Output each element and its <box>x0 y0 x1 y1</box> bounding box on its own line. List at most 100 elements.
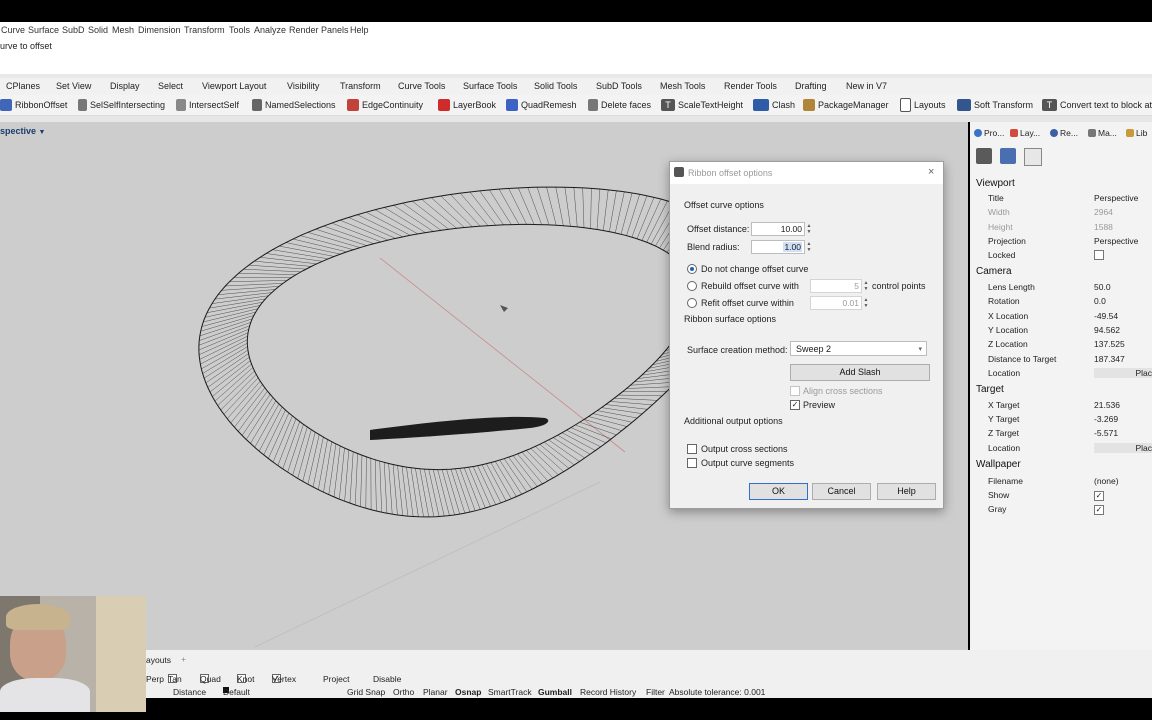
grid-snap-toggle[interactable]: Grid Snap <box>347 687 385 697</box>
menu-subd[interactable]: SubD <box>62 25 85 35</box>
tab-surface-tools[interactable]: Surface Tools <box>463 81 517 91</box>
add-layout-icon[interactable]: + <box>181 654 186 664</box>
ok-button[interactable]: OK <box>749 483 808 500</box>
spinner-icon[interactable]: ▲ ▼ <box>862 297 870 309</box>
soft-transform-button[interactable]: Soft Transform <box>957 97 1033 113</box>
menu-surface[interactable]: Surface <box>28 25 59 35</box>
menu-transform[interactable]: Transform <box>184 25 225 35</box>
tab-viewport-layout[interactable]: Viewport Layout <box>202 81 266 91</box>
packagemanager-button[interactable]: PackageManager <box>803 97 889 113</box>
planar-toggle[interactable]: Planar <box>423 687 448 697</box>
tab-visibility[interactable]: Visibility <box>287 81 319 91</box>
menu-solid[interactable]: Solid <box>88 25 108 35</box>
ribbon-section-line <box>248 264 307 270</box>
render-icon <box>1050 129 1058 137</box>
tab-select[interactable]: Select <box>158 81 183 91</box>
close-icon[interactable]: × <box>928 166 934 178</box>
osnap-toggle[interactable]: Osnap <box>455 687 481 697</box>
ribbonoffset-button[interactable]: RibbonOffset <box>0 97 67 113</box>
menu-mesh[interactable]: Mesh <box>112 25 134 35</box>
tab-subd-tools[interactable]: SubD Tools <box>596 81 642 91</box>
tab-transform[interactable]: Transform <box>340 81 381 91</box>
ribbon-section-line <box>349 451 354 504</box>
offset-section-title: Offset curve options <box>684 200 764 210</box>
delete-faces-button[interactable]: Delete faces <box>588 97 651 113</box>
menu-curve[interactable]: Curve <box>1 25 25 35</box>
tab-render-tools[interactable]: Render Tools <box>724 81 777 91</box>
blend-radius-field[interactable]: 1.00 ▲ ▼ <box>751 240 811 254</box>
selselfintersecting-button[interactable]: SelSelfIntersecting <box>78 97 165 113</box>
edge-icon <box>347 99 359 111</box>
tab-render[interactable]: Re... <box>1050 128 1078 138</box>
place-button[interactable]: Plac <box>1094 368 1152 378</box>
output-cross-label: Output cross sections <box>701 444 788 454</box>
menu-analyze[interactable]: Analyze <box>254 25 286 35</box>
offset-distance-field[interactable]: 10.00 ▲ ▼ <box>751 222 811 236</box>
layerbook-button[interactable]: LayerBook <box>438 97 496 113</box>
menu-panels[interactable]: Panels <box>321 25 349 35</box>
rebuild-points-field[interactable]: 5 ▲ ▼ <box>810 279 868 293</box>
camera-icon[interactable] <box>976 148 992 164</box>
tab-layers[interactable]: Lay... <box>1010 128 1040 138</box>
frame-icon[interactable] <box>1024 148 1042 166</box>
tab-drafting[interactable]: Drafting <box>795 81 827 91</box>
namedselections-button[interactable]: NamedSelections <box>252 97 336 113</box>
tab-materials[interactable]: Ma... <box>1088 128 1117 138</box>
menu-dimension[interactable]: Dimension <box>138 25 181 35</box>
edgecontinuity-button[interactable]: EdgeContinuity <box>347 97 423 113</box>
no-change-radio[interactable] <box>687 264 697 274</box>
quadremesh-button[interactable]: QuadRemesh <box>506 97 577 113</box>
help-button[interactable]: Help <box>877 483 936 500</box>
ortho-toggle[interactable]: Ortho <box>393 687 414 697</box>
spinner-icon[interactable]: ▲ ▼ <box>862 280 870 292</box>
preview-checkbox[interactable]: ✓ <box>790 400 800 410</box>
tab-solid-tools[interactable]: Solid Tools <box>534 81 577 91</box>
filter-toggle[interactable]: Filter <box>646 687 665 697</box>
scaletextheight-button[interactable]: T ScaleTextHeight <box>661 97 743 113</box>
rebuild-radio[interactable] <box>687 281 697 291</box>
gray-checkbox[interactable]: ✓ <box>1094 505 1104 515</box>
convert-text-button[interactable]: T Convert text to block at <box>1042 97 1152 113</box>
tools-icon[interactable] <box>1000 148 1016 164</box>
menu-help[interactable]: Help <box>350 25 369 35</box>
output-segments-checkbox[interactable] <box>687 458 697 468</box>
tab-new-in-v7[interactable]: New in V7 <box>846 81 887 91</box>
tab-properties[interactable]: Pro... <box>974 128 1004 138</box>
layouts-tab[interactable]: ayouts <box>146 655 171 665</box>
command-area[interactable]: urve to offset <box>0 38 1152 74</box>
output-cross-checkbox[interactable] <box>687 444 697 454</box>
layouts-button[interactable]: Layouts <box>900 97 946 113</box>
tab-mesh-tools[interactable]: Mesh Tools <box>660 81 705 91</box>
menu-tools[interactable]: Tools <box>229 25 250 35</box>
prop-projection: Projection Perspective <box>988 236 1139 246</box>
tab-set-view[interactable]: Set View <box>56 81 91 91</box>
show-checkbox[interactable]: ✓ <box>1094 491 1104 501</box>
align-cross-checkbox[interactable] <box>790 386 800 396</box>
ribbon-section-line <box>263 409 286 455</box>
cancel-button[interactable]: Cancel <box>812 483 871 500</box>
surface-method-select[interactable]: Sweep 2 ▾ <box>790 341 927 356</box>
project-toggle[interactable]: Project <box>323 674 349 684</box>
refit-tolerance-field[interactable]: 0.01 ▲ ▼ <box>810 296 868 310</box>
tab-curve-tools[interactable]: Curve Tools <box>398 81 445 91</box>
menu-render[interactable]: Render <box>289 25 319 35</box>
smarttrack-toggle[interactable]: SmartTrack <box>488 687 532 697</box>
disable-toggle[interactable]: Disable <box>373 674 401 684</box>
clash-icon <box>753 99 769 111</box>
clash-button[interactable]: Clash <box>753 97 795 113</box>
intersectself-button[interactable]: IntersectSelf <box>176 97 239 113</box>
target-place-button[interactable]: Plac <box>1094 443 1152 453</box>
add-slash-button[interactable]: Add Slash <box>790 364 930 381</box>
tab-display[interactable]: Display <box>110 81 140 91</box>
text-scale-icon: T <box>661 99 675 111</box>
spinner-icon[interactable]: ▲ ▼ <box>805 223 813 235</box>
tab-libraries[interactable]: Lib <box>1126 128 1147 138</box>
tab-cplanes[interactable]: CPlanes <box>6 81 40 91</box>
gumball-toggle[interactable]: Gumball <box>538 687 572 697</box>
prop-location: Location Plac <box>988 368 1152 378</box>
locked-checkbox[interactable] <box>1094 250 1104 260</box>
dialog-titlebar[interactable]: Ribbon offset options × <box>670 162 943 184</box>
refit-radio[interactable] <box>687 298 697 308</box>
spinner-icon[interactable]: ▲ ▼ <box>805 241 813 253</box>
record-history-toggle[interactable]: Record History <box>580 687 636 697</box>
